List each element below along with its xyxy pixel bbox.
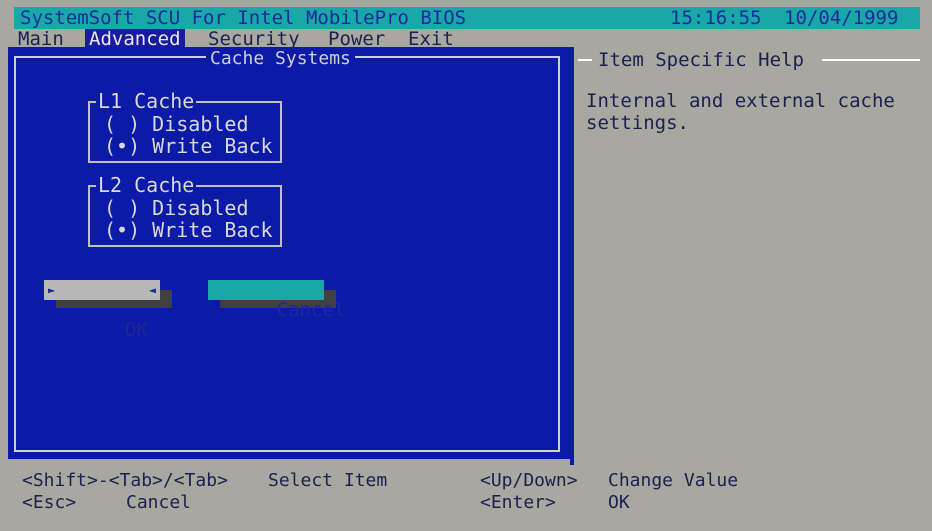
menu-security[interactable]: Security [204,29,304,49]
menu-exit[interactable]: Exit [404,29,458,49]
status-key-enter: <Enter> [480,492,556,513]
status-desc-change-value: Change Value [608,470,739,491]
status-desc-cancel: Cancel [126,492,192,513]
panel-divider [570,47,574,465]
title-bar: SystemSoft SCU For Intel MobilePro BIOS … [14,7,920,29]
l2-cache-group: L2 Cache ( ) Disabled (•) Write Back [88,175,282,247]
l2-writeback-radio[interactable]: (•) Write Back [104,219,273,241]
l1-cache-title: L1 Cache [96,89,197,113]
l2-cache-title: L2 Cache [96,173,197,197]
arrow-right-icon: ► [48,283,56,297]
help-title-line-left [578,59,592,61]
help-title-line-right [822,59,920,61]
ok-button[interactable]: ► OK ◄ [44,280,160,340]
status-key-up-down: <Up/Down> [480,470,578,491]
cancel-button-label: Cancel [276,299,346,321]
menu-advanced[interactable]: Advanced [85,29,185,49]
menu-bar: Main Advanced Security Power Exit [14,29,920,49]
dialog-title: Cache Systems [206,49,355,69]
l1-cache-group: L1 Cache ( ) Disabled (•) Write Back [88,91,282,163]
help-text: Internal and external cache settings. [586,90,895,134]
menu-power[interactable]: Power [324,29,389,49]
status-key-esc: <Esc> [22,492,77,513]
l1-writeback-radio[interactable]: (•) Write Back [104,135,273,157]
help-title: Item Specific Help [598,49,804,71]
status-desc-ok: OK [608,492,630,513]
clock-date: 10/04/1999 [784,7,899,29]
menu-main[interactable]: Main [14,29,68,49]
cancel-button[interactable]: Cancel [208,280,345,320]
bios-title: SystemSoft SCU For Intel MobilePro BIOS [20,7,467,29]
arrow-left-icon: ◄ [148,283,156,297]
l2-disabled-radio[interactable]: ( ) Disabled [104,197,249,219]
ok-button-label: OK [124,319,148,341]
status-desc-select-item: Select Item [268,470,388,491]
status-key-shift-tab: <Shift>-<Tab>/<Tab> [22,470,228,491]
clock-time: 15:16:55 [670,7,762,29]
l1-disabled-radio[interactable]: ( ) Disabled [104,113,249,135]
status-bar: <Shift>-<Tab>/<Tab> Select Item <Esc> Ca… [8,465,922,525]
cache-systems-dialog: Cache Systems L1 Cache ( ) Disabled (•) … [8,47,570,459]
